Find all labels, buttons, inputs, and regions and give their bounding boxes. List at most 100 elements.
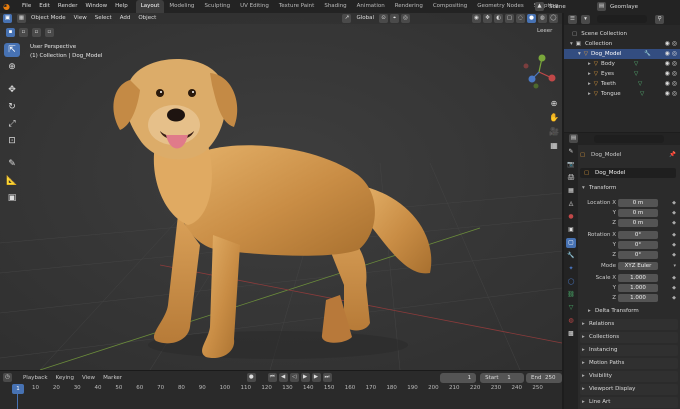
texture-tab-icon[interactable]: ▩ bbox=[566, 329, 576, 339]
visibility-eye-icon[interactable]: ◉ ◎ bbox=[665, 49, 677, 59]
select-tool-icon[interactable]: ⇱ bbox=[4, 43, 20, 57]
workspace-tab-animation[interactable]: Animation bbox=[352, 0, 390, 13]
3d-viewport[interactable]: ▣ ▦ Object Mode View Select Add Object ↗… bbox=[0, 13, 562, 370]
editor-type-icon[interactable]: ▣ bbox=[3, 14, 12, 23]
keyframe-icon[interactable]: ◆ bbox=[672, 293, 676, 303]
outliner-item-eyes[interactable]: ▸ ▽ Eyes ▽ ◉ ◎ bbox=[564, 69, 680, 79]
scale-tool-icon[interactable]: ⤢ bbox=[4, 117, 20, 131]
select-extend-icon[interactable]: ▫ bbox=[18, 28, 28, 37]
play-reverse-icon[interactable]: ◁ bbox=[289, 373, 299, 382]
expand-arrow-icon[interactable]: ▸ bbox=[588, 89, 591, 99]
visibility-eye-icon[interactable]: ◉ ◎ bbox=[665, 89, 677, 99]
location-x-field[interactable]: 0 m bbox=[618, 199, 658, 207]
expand-arrow-icon[interactable]: ▾ bbox=[578, 49, 581, 59]
zoom-icon[interactable]: ⊕ bbox=[548, 98, 560, 110]
menu-render[interactable]: Render bbox=[54, 0, 82, 13]
select-box-mode-icon[interactable]: ▪ bbox=[6, 28, 15, 37]
measure-tool-icon[interactable]: 📐 bbox=[4, 174, 20, 188]
add-cube-tool-icon[interactable]: ▣ bbox=[4, 191, 20, 205]
timeline-editor-icon[interactable]: ◷ bbox=[3, 373, 12, 382]
workspace-tab-uv-editing[interactable]: UV Editing bbox=[235, 0, 274, 13]
navigation-gizmo[interactable] bbox=[518, 51, 560, 93]
next-key-icon[interactable]: ▶ bbox=[311, 373, 321, 382]
timeline-menu-marker[interactable]: Marker bbox=[99, 375, 126, 381]
jump-start-icon[interactable]: ⏮ bbox=[267, 373, 277, 382]
scene-selector[interactable]: ▲ Scene bbox=[534, 0, 566, 13]
viewport-menu-object[interactable]: Object bbox=[134, 13, 160, 24]
dog-model[interactable] bbox=[108, 45, 440, 363]
menu-help[interactable]: Help bbox=[111, 0, 132, 13]
collection-visibility-icon[interactable]: ◉ ◎ bbox=[665, 39, 677, 49]
move-tool-icon[interactable]: ✥ bbox=[4, 83, 20, 97]
expand-arrow-icon[interactable]: ▸ bbox=[588, 69, 591, 79]
view-layer-tab-icon[interactable]: ▦ bbox=[566, 186, 576, 196]
blender-logo-icon[interactable]: ◕ bbox=[3, 2, 15, 11]
play-icon[interactable]: ▶ bbox=[300, 373, 310, 382]
gizmo-icon[interactable]: ✥ bbox=[483, 14, 492, 23]
keyframe-icon[interactable]: ◆ bbox=[672, 250, 676, 260]
rotation-x-field[interactable]: 0° bbox=[618, 231, 658, 239]
menu-file[interactable]: File bbox=[18, 0, 35, 13]
display-mode-icon[interactable]: ▾ bbox=[581, 14, 590, 24]
workspace-tab-shading[interactable]: Shading bbox=[319, 0, 351, 13]
expand-arrow-icon[interactable]: ▾ bbox=[570, 39, 573, 49]
viewport-right-hint[interactable]: Leeer bbox=[537, 28, 552, 34]
scale-y-field[interactable]: 1.000 bbox=[618, 284, 658, 292]
object-mode-dropdown[interactable]: Object Mode bbox=[27, 13, 70, 24]
overlays-icon[interactable]: ◐ bbox=[494, 14, 503, 23]
keyframe-icon[interactable]: ◆ bbox=[672, 230, 676, 240]
rotation-mode-dropdown[interactable]: XYZ Euler bbox=[618, 262, 658, 270]
transform-tool-icon[interactable]: ⊡ bbox=[4, 134, 20, 148]
expand-arrow-icon[interactable]: ▸ bbox=[588, 79, 591, 89]
object-tab-icon[interactable]: ▢ bbox=[566, 238, 576, 248]
tool-tab-icon[interactable]: ✎ bbox=[566, 147, 576, 157]
delta-transform-section[interactable]: ▸ Delta Transform bbox=[586, 306, 678, 317]
shading-wireframe-icon[interactable]: ◌ bbox=[516, 14, 525, 23]
ortho-grid-icon[interactable]: ▦ bbox=[548, 140, 560, 152]
prev-key-icon[interactable]: ◀ bbox=[278, 373, 288, 382]
record-icon[interactable]: ● bbox=[246, 373, 256, 382]
menu-edit[interactable]: Edit bbox=[35, 0, 54, 13]
end-frame-field[interactable]: End 250 bbox=[526, 372, 562, 383]
keyframe-icon[interactable]: ◆ bbox=[672, 198, 676, 208]
pin-icon[interactable]: 📌 bbox=[669, 150, 676, 160]
scale-x-field[interactable]: 1.000 bbox=[618, 274, 658, 282]
workspace-tab-texture-paint[interactable]: Texture Paint bbox=[274, 0, 320, 13]
transform-section-header[interactable]: ▾ Transform bbox=[580, 183, 678, 194]
viewport-menu-add[interactable]: Add bbox=[116, 13, 135, 24]
menu-window[interactable]: Window bbox=[81, 0, 111, 13]
properties-editor-icon[interactable]: ▤ bbox=[569, 134, 578, 143]
outliner-collection[interactable]: ▾ ▣ Collection ◉ ◎ bbox=[564, 39, 680, 49]
outliner-editor-icon[interactable]: ☰ bbox=[568, 14, 577, 24]
select-subtract-icon[interactable]: ▫ bbox=[31, 28, 41, 37]
physics-tab-icon[interactable]: ◯ bbox=[566, 277, 576, 287]
outliner-item-teeth[interactable]: ▸ ▽ Teeth ▽ ◉ ◎ bbox=[564, 79, 680, 89]
keyframe-icon[interactable]: ◆ bbox=[672, 218, 676, 228]
rotation-z-field[interactable]: 0° bbox=[618, 251, 658, 259]
visibility-eye-icon[interactable]: ◉ ◎ bbox=[665, 69, 677, 79]
keyframe-icon[interactable]: ◆ bbox=[672, 208, 676, 218]
transform-orientation-dropdown[interactable]: Global bbox=[352, 13, 378, 24]
object-name-field[interactable]: ▢ Dog_Model bbox=[580, 168, 676, 178]
view-layer-selector[interactable]: ▤ GeomIaye bbox=[596, 0, 638, 13]
visibility-icon[interactable]: ◉ bbox=[472, 14, 481, 23]
data-tab-icon[interactable]: ▽ bbox=[566, 303, 576, 313]
annotate-tool-icon[interactable]: ✎ bbox=[4, 157, 20, 171]
workspace-tab-sculpting[interactable]: Sculpting bbox=[199, 0, 235, 13]
viewport-menu-view[interactable]: View bbox=[70, 13, 91, 24]
keyframe-icon[interactable]: ◆ bbox=[672, 283, 676, 293]
timeline-menu-keying[interactable]: Keying bbox=[52, 375, 78, 381]
scene-tab-icon[interactable]: ◬ bbox=[566, 199, 576, 209]
jump-end-icon[interactable]: ⏭ bbox=[322, 373, 332, 382]
xray-icon[interactable]: ▢ bbox=[505, 14, 514, 23]
outliner-item-dog-model[interactable]: ▾ ▽ Dog_Model 🔧 ◉ ◎ bbox=[564, 49, 680, 59]
outliner-scene-collection[interactable]: ▢ Scene Collection bbox=[564, 29, 680, 39]
rotation-y-field[interactable]: 0° bbox=[618, 241, 658, 249]
keyframe-icon[interactable]: ◆ bbox=[672, 240, 676, 250]
workspace-tab-rendering[interactable]: Rendering bbox=[390, 0, 428, 13]
visibility-eye-icon[interactable]: ◉ ◎ bbox=[665, 79, 677, 89]
rotate-tool-icon[interactable]: ↻ bbox=[4, 100, 20, 114]
select-intersect-icon[interactable]: ▫ bbox=[44, 28, 54, 37]
render-tab-icon[interactable]: 📷 bbox=[566, 160, 576, 170]
motion-paths-section[interactable]: ▸ Motion Paths bbox=[580, 358, 678, 369]
